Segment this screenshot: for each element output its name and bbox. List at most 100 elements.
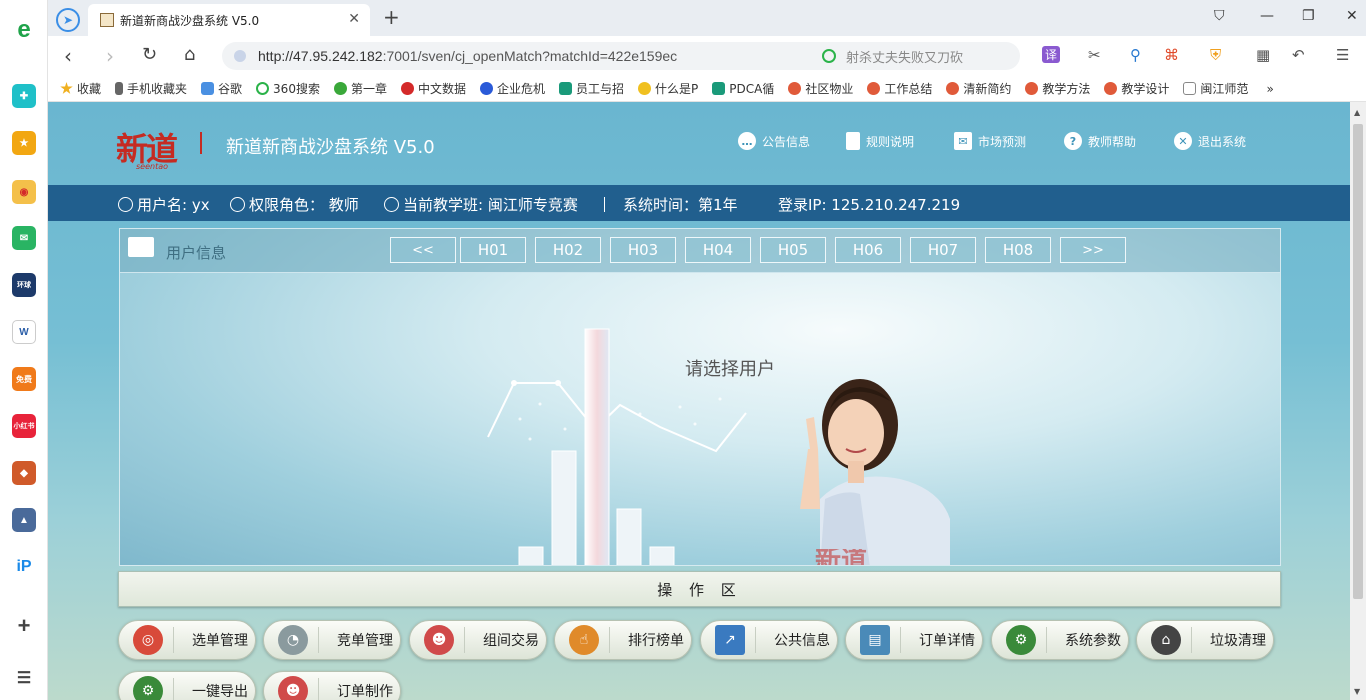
red-book-icon[interactable]: 小红书 (12, 414, 36, 438)
order-details-button[interactable]: ▤ 订单详情 (845, 620, 983, 660)
site-icon (1025, 82, 1039, 95)
undo-icon[interactable]: ↶ (1292, 46, 1305, 64)
operation-area-title: 操 作 区 (657, 580, 742, 599)
export-button[interactable]: ⚙ 一键导出 (118, 671, 256, 700)
gamepad-icon[interactable]: ⌘ (1164, 46, 1179, 64)
bookmark-item[interactable]: 员工与招 (559, 80, 624, 97)
info-ip: 登录IP: 125.210.247.219 (778, 196, 961, 214)
menu-announcements[interactable]: … 公告信息 (738, 132, 810, 150)
bookmark-item[interactable]: 第一章 (333, 80, 387, 97)
menu-exit[interactable]: ✕ 退出系统 (1174, 132, 1246, 150)
bookmark-item[interactable]: 360搜索 (256, 80, 320, 97)
public-info-button[interactable]: ↗ 公共信息 (700, 620, 838, 660)
back-icon[interactable]: ‹ (64, 44, 72, 68)
bookmark-item[interactable]: 谷歌 (201, 80, 242, 97)
weibo-icon[interactable]: ◉ (12, 180, 36, 204)
user-icon (118, 197, 133, 212)
gear-icon: ⚙ (133, 676, 163, 700)
browser-logo-icon[interactable]: e (12, 16, 36, 43)
user-button-h01[interactable]: H01 (460, 237, 526, 263)
menu-teacher-help[interactable]: ? 教师帮助 (1064, 132, 1136, 150)
user-icon (384, 197, 399, 212)
bookmark-item[interactable]: 收藏 (60, 80, 101, 97)
bookmark-item[interactable]: 清新简约 (946, 80, 1011, 97)
bookmark-item[interactable]: 社区物业 (788, 80, 853, 97)
user-button-h03[interactable]: H03 (610, 237, 676, 263)
word-doc-icon[interactable]: W (12, 320, 36, 344)
bookmarks-more-icon[interactable]: » (1266, 82, 1273, 96)
bookmark-item[interactable]: 企业危机 (479, 80, 545, 97)
menu-market-forecast[interactable]: ✉ 市场预测 (954, 132, 1026, 150)
shirt-icon[interactable]: ⛉ (1214, 8, 1225, 24)
360-icon (256, 82, 270, 95)
order-selection-button[interactable]: ◎ 选单管理 (118, 620, 256, 660)
star-app-icon[interactable]: ★ (12, 131, 36, 155)
bookmark-item[interactable]: 中文数据 (400, 80, 466, 97)
bid-management-button[interactable]: ◔ 竞单管理 (263, 620, 401, 660)
plus-app-icon[interactable]: ✚ (12, 84, 36, 108)
menu-rules[interactable]: 规则说明 (846, 132, 914, 150)
tab-close-icon[interactable]: ✕ (348, 11, 360, 27)
new-tab-icon[interactable]: + (383, 5, 400, 29)
search-input[interactable]: 射杀丈夫失败又刀砍 (812, 42, 1020, 70)
scroll-up-icon[interactable]: ▲ (1354, 108, 1360, 117)
forward-icon[interactable]: › (106, 44, 114, 68)
ip-app-icon[interactable]: iP (12, 555, 36, 579)
minimize-icon[interactable]: — (1260, 8, 1274, 24)
user-button-h04[interactable]: H04 (685, 237, 751, 263)
order-creation-button[interactable]: ☻ 订单制作 (263, 671, 401, 700)
reload-icon[interactable]: ↻ (142, 44, 157, 65)
bookmark-item[interactable]: 教学设计 (1104, 80, 1169, 97)
home-icon[interactable]: ⌂ (184, 44, 195, 65)
game-app-icon-1[interactable]: ◆ (12, 461, 36, 485)
id-card-icon (128, 237, 154, 257)
tab-active[interactable]: 新道新商战沙盘系统 V5.0 ✕ (88, 4, 370, 36)
button-separator (1191, 627, 1192, 653)
doc-icon (559, 82, 572, 95)
more-menu-icon[interactable]: ☰ (1336, 46, 1349, 64)
bookmark-item[interactable]: PDCA循 (712, 80, 774, 97)
game-app-icon-2[interactable]: ▲ (12, 508, 36, 532)
bookmark-item[interactable]: 教学方法 (1025, 80, 1090, 97)
bookmark-item[interactable]: 工作总结 (867, 80, 932, 97)
novel-app-icon[interactable]: 免费 (12, 367, 36, 391)
cleanup-button[interactable]: ⌂ 垃圾清理 (1136, 620, 1274, 660)
user-button-h05[interactable]: H05 (760, 237, 826, 263)
button-label: 订单制作 (337, 684, 393, 700)
user-button-h07[interactable]: H07 (910, 237, 976, 263)
magnifier-icon[interactable]: ⚲ (1130, 46, 1141, 64)
inter-group-trade-button[interactable]: ☻ 组间交易 (409, 620, 547, 660)
close-window-icon[interactable]: ✕ (1346, 8, 1358, 24)
prev-page-button[interactable]: << (390, 237, 456, 263)
bookmark-item[interactable]: 闽江师范 (1183, 80, 1248, 97)
news-app-icon[interactable]: 环球 (12, 273, 36, 297)
menu-icon[interactable]: ☰ (12, 666, 36, 690)
grid-icon[interactable]: ▦ (1256, 46, 1270, 64)
leaderboard-button[interactable]: ☝ 排行榜单 (554, 620, 692, 660)
phone-icon (115, 82, 124, 95)
scroll-down-icon[interactable]: ▼ (1354, 687, 1360, 696)
user-button-h06[interactable]: H06 (835, 237, 901, 263)
user-button-h08[interactable]: H08 (985, 237, 1051, 263)
mail-icon[interactable]: ✉ (12, 226, 36, 250)
system-params-button[interactable]: ⚙ 系统参数 (991, 620, 1129, 660)
flag-icon (604, 197, 619, 212)
translate-icon[interactable]: 译 (1042, 46, 1061, 63)
site-info-icon[interactable] (234, 50, 246, 62)
url-input[interactable]: http://47.95.242.182:7001/sven/cj_openMa… (222, 42, 844, 70)
next-page-button[interactable]: >> (1060, 237, 1126, 263)
maximize-icon[interactable]: ❐ (1302, 8, 1315, 24)
page-scrollbar[interactable]: ▲ ▼ (1350, 102, 1366, 700)
bookmark-item[interactable]: 什么是P (638, 80, 698, 97)
scissors-icon[interactable]: ✂ (1088, 46, 1101, 64)
cleaner-icon: ⌂ (1151, 625, 1181, 655)
user-button-h02[interactable]: H02 (535, 237, 601, 263)
logo-subtitle: seentao (136, 162, 169, 171)
shield-icon[interactable]: ⛨ (1210, 46, 1221, 64)
add-icon[interactable]: + (12, 613, 36, 638)
bookmark-item[interactable]: 手机收藏夹 (115, 80, 187, 97)
favicon-icon (100, 13, 114, 27)
navigation-icon[interactable]: ➤ (56, 8, 80, 32)
baidu-icon (479, 82, 493, 95)
scrollbar-thumb[interactable] (1353, 124, 1363, 599)
